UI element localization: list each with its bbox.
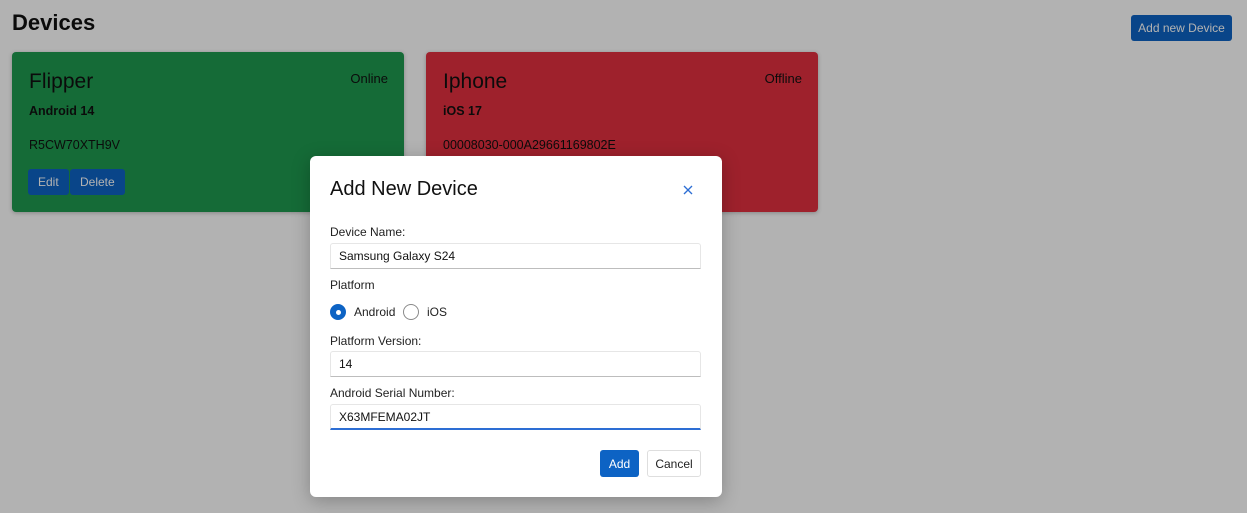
close-icon: [683, 185, 693, 195]
add-button[interactable]: Add: [600, 450, 639, 477]
close-button[interactable]: [678, 180, 698, 200]
serial-number-input[interactable]: [330, 404, 701, 430]
radio-unchecked-icon: [403, 304, 419, 320]
add-device-modal: Add New Device Device Name: Platform And…: [310, 156, 722, 497]
platform-version-input[interactable]: [330, 351, 701, 377]
modal-title: Add New Device: [330, 178, 478, 200]
serial-number-label: Android Serial Number:: [330, 386, 455, 400]
radio-label: iOS: [427, 305, 448, 319]
platform-version-label: Platform Version:: [330, 334, 422, 348]
device-name-input[interactable]: [330, 243, 701, 269]
platform-label: Platform: [330, 278, 375, 292]
device-name-label: Device Name:: [330, 225, 406, 239]
cancel-button[interactable]: Cancel: [647, 450, 701, 477]
radio-checked-icon: [330, 304, 346, 320]
radio-label: Android: [354, 305, 396, 319]
